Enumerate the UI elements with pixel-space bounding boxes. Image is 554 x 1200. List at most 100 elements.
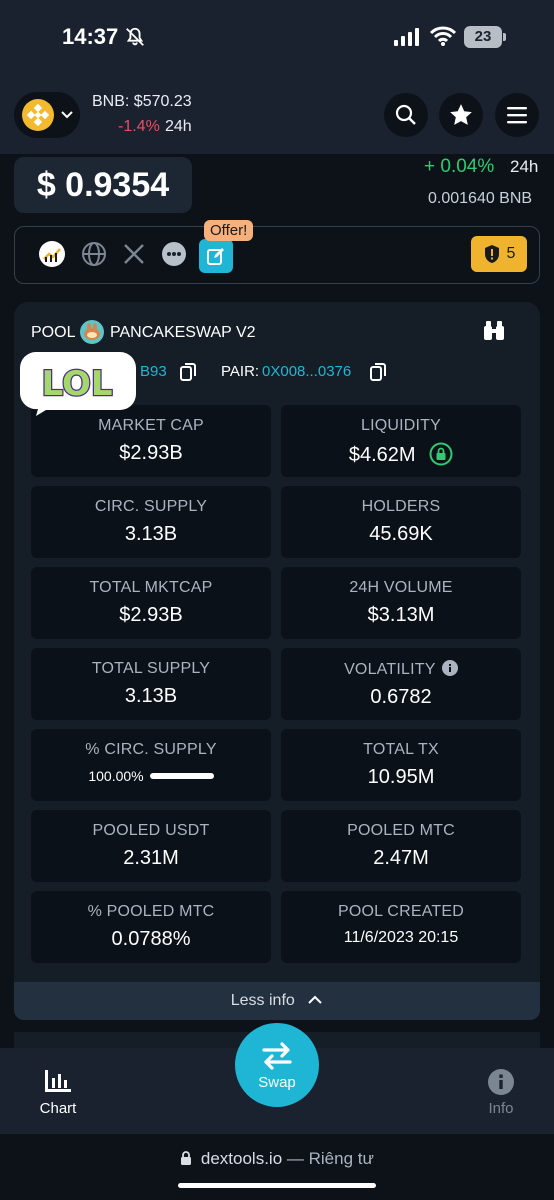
swap-button[interactable]: Swap — [235, 1023, 319, 1107]
pool-label: POOL — [31, 324, 76, 341]
sticker-text: LOL — [41, 364, 112, 404]
stat-value: 0.6782 — [370, 686, 432, 708]
stat-label: % CIRC. SUPPLY — [85, 741, 217, 758]
stat-value: $3.13M — [367, 604, 435, 626]
stat-pooled-mtc-pct: % POOLED MTC 0.0788% — [31, 891, 271, 963]
signal-icon — [394, 28, 419, 46]
stat-pooled-usdt: POOLED USDT 2.31M — [31, 810, 271, 882]
circ-supply-progress — [149, 773, 214, 779]
stat-value: $4.62M — [281, 442, 521, 467]
stat-circ-supply-pct: % CIRC. SUPPLY 100.00% — [31, 729, 271, 801]
coinmarket-link[interactable] — [38, 240, 66, 268]
chevron-up-icon — [308, 995, 322, 1004]
wifi-icon — [430, 26, 456, 46]
token-address[interactable]: B93 — [140, 363, 167, 380]
swap-arrows-icon — [262, 1042, 292, 1070]
shield-alert-icon — [484, 245, 499, 263]
stat-value: 10.95M — [367, 766, 435, 788]
nav-chart-label: Chart — [39, 1100, 77, 1117]
copy-icon[interactable] — [180, 363, 196, 381]
stat-holders: HOLDERS 45.69K — [281, 486, 521, 558]
status-time: 14:37 — [62, 24, 119, 49]
info-icon[interactable] — [441, 660, 458, 676]
stat-label: VOLATILITY — [281, 660, 521, 679]
favorites-button[interactable] — [439, 93, 483, 137]
copy-icon[interactable] — [370, 363, 386, 381]
pair-label: PAIR: — [221, 363, 260, 380]
hamburger-icon — [507, 107, 527, 124]
stat-value: 3.13B — [124, 523, 178, 545]
edit-icon — [207, 248, 224, 265]
stat-label: MARKET CAP — [98, 417, 204, 434]
stat-value: $2.93B — [119, 604, 183, 626]
stat-total-tx: TOTAL TX 10.95M — [281, 729, 521, 801]
bar-chart-icon — [45, 1070, 71, 1092]
less-info-toggle[interactable]: Less info — [14, 982, 540, 1020]
stat-value: 100.00% — [88, 768, 144, 784]
url-domain: dextools.io — [200, 1149, 283, 1168]
stat-volatility: VOLATILITY 0.6782 — [281, 648, 521, 720]
x-twitter-link[interactable] — [120, 240, 148, 268]
bell-muted-icon — [126, 27, 144, 46]
nav-chart[interactable]: Chart — [18, 1068, 98, 1117]
swap-label: Swap — [258, 1074, 296, 1091]
url-privacy: — Riêng tư — [286, 1149, 374, 1168]
less-info-label: Less info — [230, 992, 295, 1009]
x-logo-icon — [124, 244, 144, 264]
stat-total-supply: TOTAL SUPPLY 3.13B — [31, 648, 271, 720]
url-display[interactable]: dextools.io — Riêng tư — [0, 1149, 554, 1169]
globe-icon — [82, 242, 106, 266]
star-icon — [450, 104, 472, 125]
stat-label: POOLED MTC — [347, 822, 455, 839]
stat-total-mktcap: TOTAL MKTCAP $2.93B — [31, 567, 271, 639]
binoculars-icon[interactable] — [482, 320, 506, 342]
stat-value: 45.69K — [369, 523, 433, 545]
stat-label: TOTAL MKTCAP — [89, 579, 213, 596]
stat-label: POOL CREATED — [338, 903, 464, 920]
token-price: $ 0.9354 — [14, 157, 192, 213]
lock-icon — [429, 442, 453, 466]
more-links-button[interactable] — [160, 240, 188, 268]
chart-logo-icon — [39, 241, 65, 267]
battery-icon: 23 — [464, 26, 506, 48]
stat-label: 24H VOLUME — [349, 579, 453, 596]
price-in-bnb: 0.001640 BNB — [428, 190, 533, 207]
nav-info-label: Info — [488, 1100, 514, 1117]
bnb-period: 24h — [165, 118, 192, 135]
stat-value: $2.93B — [119, 442, 183, 464]
offer-badge[interactable]: Offer! — [204, 220, 254, 241]
stat-circ-supply: CIRC. SUPPLY 3.13B — [31, 486, 271, 558]
search-button[interactable] — [384, 93, 428, 137]
nav-info[interactable]: Info — [461, 1068, 541, 1117]
lol-sticker: LOL — [20, 352, 136, 416]
audit-badge[interactable]: 5 — [471, 236, 527, 272]
audit-count: 5 — [506, 245, 516, 262]
stat-label: % POOLED MTC — [87, 903, 215, 920]
lock-icon — [181, 1151, 192, 1165]
stat-value: 2.31M — [123, 847, 179, 869]
stat-label: CIRC. SUPPLY — [94, 498, 208, 515]
bnb-change: -1.4% — [118, 118, 160, 135]
more-dots-icon — [162, 242, 186, 266]
stat-24h-volume: 24H VOLUME $3.13M — [281, 567, 521, 639]
stat-value: 0.0788% — [111, 928, 191, 950]
stat-liquidity: LIQUIDITY $4.62M — [281, 405, 521, 477]
edit-info-button[interactable] — [199, 239, 233, 273]
website-link[interactable] — [80, 240, 108, 268]
stat-label: POOLED USDT — [92, 822, 210, 839]
stat-label: TOTAL SUPPLY — [91, 660, 211, 677]
price-change-period: 24h — [510, 157, 539, 176]
stat-pooled-mtc: POOLED MTC 2.47M — [281, 810, 521, 882]
battery-level: 23 — [464, 26, 502, 48]
pancakeswap-logo-icon — [80, 320, 104, 344]
pair-address[interactable]: 0X008...0376 — [262, 363, 351, 380]
menu-button[interactable] — [495, 93, 539, 137]
stat-value: 2.47M — [373, 847, 429, 869]
price-change: + 0.04% — [424, 156, 495, 177]
pool-dex-name: PANCAKESWAP V2 — [110, 324, 256, 341]
bnb-logo-icon — [22, 99, 54, 131]
stat-pool-created: POOL CREATED 11/6/2023 20:15 — [281, 891, 521, 963]
stat-value: 3.13B — [124, 685, 178, 707]
stat-label: LIQUIDITY — [360, 417, 442, 434]
info-icon — [488, 1069, 514, 1095]
